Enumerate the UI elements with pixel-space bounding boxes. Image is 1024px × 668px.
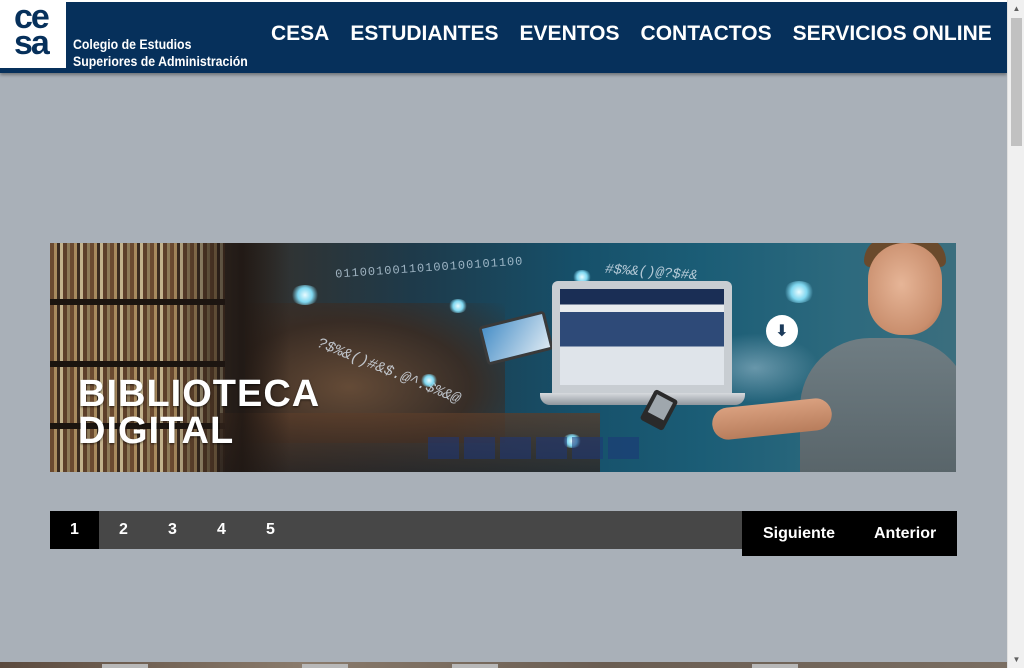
- glow-orb-icon: [448, 299, 468, 313]
- next-button[interactable]: Siguiente: [763, 525, 835, 543]
- scroll-up-arrow-icon[interactable]: ▲: [1008, 0, 1024, 17]
- pager-page-3[interactable]: 3: [148, 511, 197, 549]
- footer-strip: [0, 662, 1007, 668]
- nav-item-cesa[interactable]: CESA: [271, 22, 329, 46]
- nav-item-contactos[interactable]: CONTACTOS: [641, 22, 772, 46]
- pager-navigation: Siguiente Anterior: [742, 511, 957, 556]
- glow-orb-icon: [290, 285, 320, 305]
- pager-page-2[interactable]: 2: [99, 511, 148, 549]
- glow-orb-icon: [420, 374, 438, 387]
- banner-title-line-2: DIGITAL: [78, 410, 235, 452]
- student-photo: [710, 243, 956, 472]
- logo-wordmark[interactable]: Colegio de Estudios Superiores de Admini…: [73, 36, 248, 70]
- download-arrow-icon: ⬇: [766, 315, 798, 347]
- nav-item-estudiantes[interactable]: ESTUDIANTES: [350, 22, 498, 46]
- thumbnail-tiles-decoration: [428, 437, 639, 459]
- logo-line-1: Colegio de Estudios: [73, 36, 192, 52]
- nav-item-servicios-online[interactable]: SERVICIOS ONLINE: [793, 22, 992, 46]
- pager-page-1[interactable]: 1: [50, 511, 99, 549]
- vertical-scrollbar[interactable]: ▲ ▼: [1007, 0, 1024, 668]
- pager-page-5[interactable]: 5: [246, 511, 295, 549]
- binary-decoration: 01100100110100100101100: [334, 254, 524, 282]
- main-nav: CESA ESTUDIANTES EVENTOS CONTACTOS SERVI…: [271, 22, 1013, 46]
- hero-banner-slide[interactable]: 01100100110100100101100 #$%&()@?$#& ?$%&…: [50, 243, 956, 472]
- previous-button[interactable]: Anterior: [874, 525, 936, 543]
- nav-item-eventos[interactable]: EVENTOS: [520, 22, 620, 46]
- logo-line-2: Superiores de Administración: [73, 53, 248, 69]
- banner-title: BIBLIOTECA DIGITAL: [78, 373, 321, 452]
- cesa-logo[interactable]: ce sa: [0, 0, 66, 68]
- logo-mark: ce sa: [14, 0, 50, 62]
- site-header: ce sa Colegio de Estudios Superiores de …: [0, 0, 1007, 73]
- laptop-image: [540, 281, 745, 416]
- pager-page-4[interactable]: 4: [197, 511, 246, 549]
- scroll-thumb[interactable]: [1011, 18, 1022, 146]
- scroll-down-arrow-icon[interactable]: ▼: [1008, 651, 1024, 668]
- slider-pager: 1 2 3 4 5: [50, 511, 742, 549]
- banner-title-line-1: BIBLIOTECA: [78, 373, 321, 415]
